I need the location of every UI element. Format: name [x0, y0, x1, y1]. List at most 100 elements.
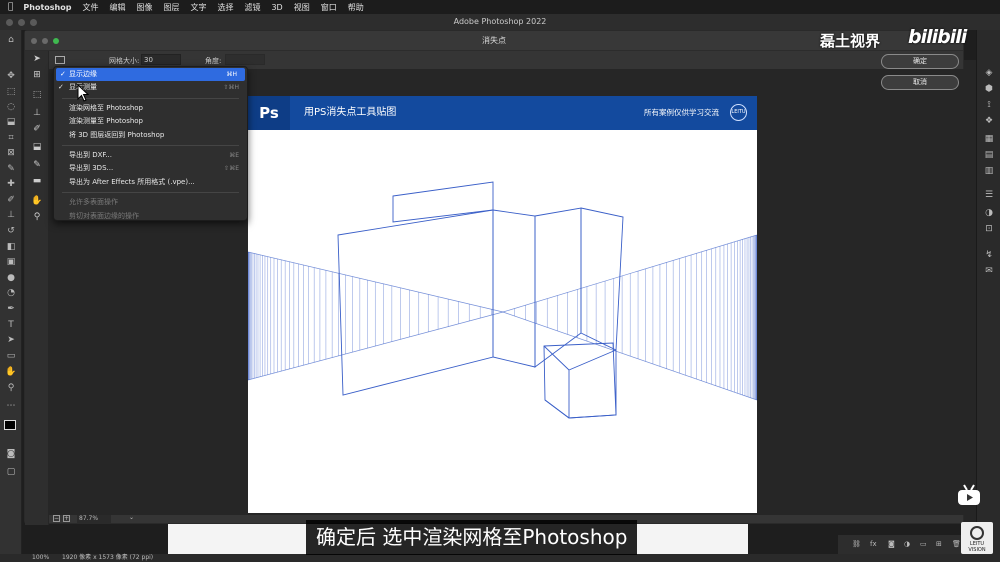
menu-item-export-vpe[interactable]: 导出为 After Effects 所用格式 (.vpe)... [54, 176, 247, 189]
new-layer-icon[interactable]: ⊞ [936, 540, 942, 548]
channel-watermark: 磊土视界 [820, 32, 881, 50]
brush-tool-icon[interactable]: ✐ [4, 194, 18, 206]
zoom-in-button[interactable]: + [63, 515, 70, 522]
new-group-icon[interactable]: ▭ [920, 540, 927, 548]
hand-tool-icon[interactable]: ✋ [30, 195, 44, 207]
menu-filter[interactable]: 滤镜 [244, 2, 260, 13]
gradient-tool-icon[interactable]: ▣ [4, 256, 18, 268]
marquee-tool-icon[interactable]: ⬚ [4, 86, 18, 98]
frame-tool-icon[interactable]: ⊠ [4, 147, 18, 159]
dialog-close-dot[interactable] [31, 38, 37, 44]
adjustments-panel-icon[interactable]: ◑ [983, 208, 995, 219]
menu-view[interactable]: 视图 [294, 2, 310, 13]
brush-tool-icon[interactable]: ✐ [30, 123, 44, 135]
eyedropper-tool-icon[interactable]: ✎ [30, 159, 44, 171]
dialog-minimize-dot[interactable] [42, 38, 48, 44]
zoom-out-button[interactable]: − [53, 515, 60, 522]
menu-item-show-edges[interactable]: ✓ 显示边缘 ⌘H [56, 68, 245, 82]
dialog-zoom-dot[interactable] [53, 38, 59, 44]
type-tool-icon[interactable]: T [4, 319, 18, 331]
stamp-tool-icon[interactable]: ⊥ [4, 209, 18, 221]
apple-menu-icon[interactable]:  [8, 2, 13, 12]
link-layers-icon[interactable]: ⛓ [852, 540, 861, 548]
options-menu-icon[interactable] [55, 56, 65, 64]
blur-tool-icon[interactable]: ● [4, 272, 18, 284]
paths-panel-icon[interactable]: ⟟ [983, 100, 995, 111]
foreground-color-swatch[interactable] [4, 420, 16, 430]
window-minimize-button[interactable] [18, 19, 25, 26]
plane-left-wall [337, 209, 494, 396]
menu-layer[interactable]: 图层 [163, 2, 179, 13]
angle-input[interactable] [225, 54, 265, 65]
pen-tool-icon[interactable]: ✒ [4, 303, 18, 315]
healing-tool-icon[interactable]: ✚ [4, 178, 18, 190]
menu-item-return-3d-layer[interactable]: 将 3D 图层返回到 Photoshop [54, 129, 247, 142]
leitu-vision-badge: LEITU VISION [961, 522, 993, 554]
path-select-tool-icon[interactable]: ➤ [4, 334, 18, 346]
window-close-button[interactable] [6, 19, 13, 26]
cancel-button[interactable]: 取消 [881, 75, 959, 90]
menu-3d[interactable]: 3D [271, 3, 282, 12]
adjustment-layer-icon[interactable]: ◑ [904, 540, 910, 548]
dialog-toolbar: ➤ ⊞ ⬚ ⊥ ✐ ⬓ ✎ ▬ ✋ ⚲ [25, 51, 49, 525]
menu-item-render-measurements[interactable]: 渲染测量至 Photoshop [54, 115, 247, 128]
zoom-dropdown-icon[interactable]: ⌄ [129, 514, 134, 521]
create-plane-tool-icon[interactable]: ⊞ [30, 69, 44, 81]
comments-panel-icon[interactable]: ✉ [983, 266, 995, 277]
add-mask-icon[interactable]: ◙ [888, 540, 895, 548]
ps-window-title: Adobe Photoshop 2022 [453, 17, 547, 26]
grid-size-input[interactable]: 30 [141, 54, 181, 65]
menu-edit[interactable]: 编辑 [109, 2, 125, 13]
ps-toolbar: ⌂ ✥ ⬚ ◌ ⬓ ⌗ ⊠ ✎ ✚ ✐ ⊥ ↺ ◧ ▣ ● ◔ ✒ T ➤ ▭ … [0, 30, 22, 554]
menu-select[interactable]: 选择 [217, 2, 233, 13]
menu-app-photoshop[interactable]: Photoshop [23, 3, 71, 12]
eraser-tool-icon[interactable]: ◧ [4, 241, 18, 253]
swatches-panel-icon[interactable]: ▤ [983, 150, 995, 161]
zoom-tool-icon[interactable]: ⚲ [30, 211, 44, 223]
screen-mode-icon[interactable]: ▢ [4, 466, 18, 478]
gradients-panel-icon[interactable]: ▥ [983, 166, 995, 177]
stamp-tool-icon[interactable]: ⊥ [30, 107, 44, 119]
menu-item-label: 导出到 DXF... [69, 150, 112, 159]
fx-icon[interactable]: fx [870, 540, 877, 548]
measure-tool-icon[interactable]: ▬ [30, 175, 44, 187]
zoom-tool-icon[interactable]: ⚲ [4, 382, 18, 394]
zoom-level-field[interactable]: 87.7% [77, 515, 111, 524]
edit-plane-tool-icon[interactable]: ➤ [30, 53, 44, 65]
eyedropper-tool-icon[interactable]: ✎ [4, 163, 18, 175]
layers-panel-icon[interactable]: ◈ [983, 68, 995, 79]
menu-type[interactable]: 文字 [190, 2, 206, 13]
bilibili-watermark: bilibili [908, 26, 967, 48]
more-tools-icon[interactable]: ⋯ [4, 400, 18, 412]
menu-item-export-dxf[interactable]: 导出到 DXF... ⌘E [54, 149, 247, 162]
move-tool-icon[interactable]: ✥ [4, 70, 18, 82]
history-brush-icon[interactable]: ↺ [4, 225, 18, 237]
status-doc-info: 1920 像素 x 1573 像素 (72 ppi) [62, 554, 154, 561]
hand-tool-icon[interactable]: ✋ [4, 366, 18, 378]
libraries-panel-icon[interactable]: ⊡ [983, 224, 995, 235]
menu-window[interactable]: 窗口 [321, 2, 337, 13]
color-panel-icon[interactable]: ▦ [983, 134, 995, 145]
dodge-tool-icon[interactable]: ◔ [4, 287, 18, 299]
menu-item-export-3ds[interactable]: 导出到 3DS... ⇧⌘E [54, 162, 247, 175]
delete-layer-icon[interactable]: 🗑 [952, 540, 961, 548]
properties-panel-icon[interactable]: ☰ [983, 190, 995, 201]
lasso-tool-icon[interactable]: ◌ [4, 101, 18, 113]
transform-tool-icon[interactable]: ⬓ [30, 141, 44, 153]
history-panel-icon[interactable]: ↯ [983, 250, 995, 261]
home-icon[interactable]: ⌂ [4, 34, 18, 46]
menu-image[interactable]: 图像 [136, 2, 152, 13]
channels-panel-icon[interactable]: ⬢ [983, 84, 995, 95]
window-zoom-button[interactable] [30, 19, 37, 26]
3d-panel-icon[interactable]: ❖ [983, 116, 995, 127]
menu-file[interactable]: 文件 [82, 2, 98, 13]
angle-label: 角度: [205, 57, 222, 65]
crop-tool-icon[interactable]: ⌗ [4, 132, 18, 144]
menu-help[interactable]: 帮助 [348, 2, 364, 13]
quick-select-tool-icon[interactable]: ⬓ [4, 116, 18, 128]
quick-mask-icon[interactable]: ◙ [4, 448, 18, 460]
shape-tool-icon[interactable]: ▭ [4, 350, 18, 362]
plane-top [392, 181, 494, 223]
ok-button[interactable]: 确定 [881, 54, 959, 69]
marquee-tool-icon[interactable]: ⬚ [30, 89, 44, 101]
